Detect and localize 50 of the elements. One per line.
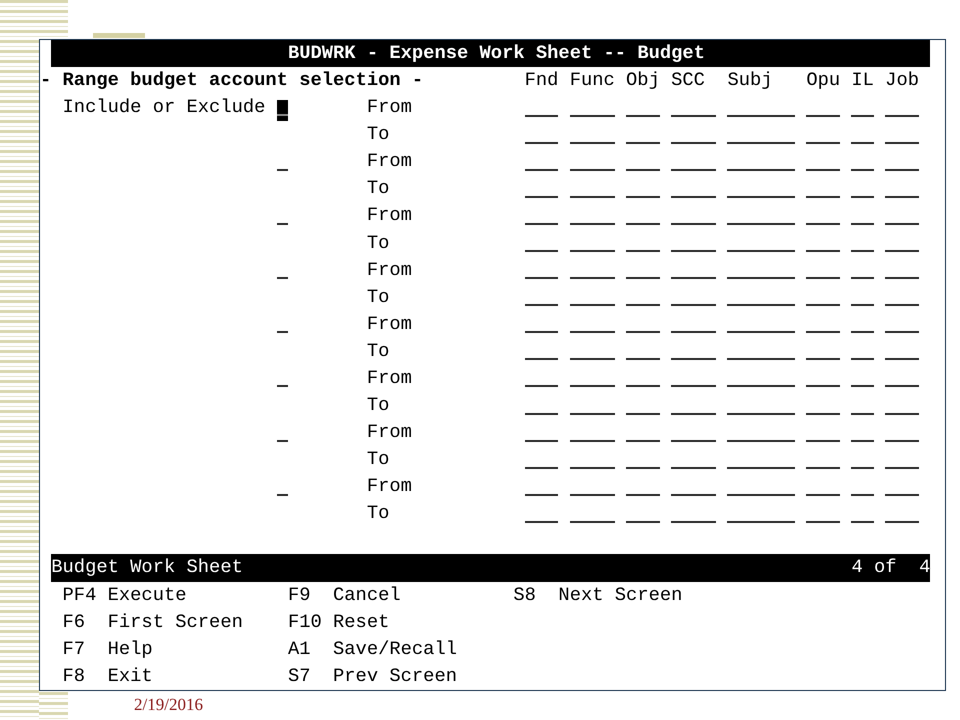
range-label: To [366,394,390,416]
column-header: Opu [806,69,840,92]
range-label: From [366,258,412,281]
key-action: First Screen [108,610,243,635]
range-label: From [366,421,412,444]
key-action: Exit [108,664,153,689]
function-key: PF4 [62,584,96,606]
column-header: Fnd [524,69,558,92]
function-key: A1 [288,638,310,660]
key-action: Help [108,636,153,662]
column-header: Func [570,69,615,92]
range-label: To [366,232,390,254]
page-indicator: 4 of 4 [851,555,930,580]
function-key: F6 [62,610,86,633]
function-key: F8 [62,664,86,687]
range-label: From [366,366,412,389]
range-label: From [366,204,412,226]
column-header: Obj [626,69,660,92]
column-header: Subj [727,69,773,92]
title-bar: BUDWRK - Expense Work Sheet -- Budget [51,40,930,68]
slide-date: 2/19/2016 [134,695,203,715]
status-title: Budget Work Sheet [51,555,243,580]
column-header: Job [885,69,919,92]
key-action: Next Screen [558,582,682,608]
range-label: To [366,177,390,200]
function-key: F7 [62,638,86,660]
column-header: SCC [671,69,705,92]
input-field[interactable] [276,100,288,122]
function-key: F10 [288,610,322,633]
function-key: S7 [288,664,310,687]
function-key: F9 [288,584,310,606]
function-key: S8 [513,584,536,606]
range-label: From [366,96,412,118]
key-action: Reset [333,610,390,635]
range-label: To [366,123,390,146]
range-label: To [366,340,390,362]
range-label: From [366,312,412,335]
accent-bar [93,33,145,38]
range-label: To [366,448,390,470]
key-action: Execute [108,582,187,608]
section-heading: - Range budget account selection - [40,69,424,92]
range-label: From [366,475,412,498]
column-header: IL [851,69,874,92]
key-action: Prev Screen [333,664,457,689]
field-label: Include or Exclude [62,95,266,120]
range-label: To [366,502,390,524]
key-action: Cancel [333,582,401,608]
range-label: From [366,150,412,172]
range-label: To [366,286,390,308]
key-action: Save/Recall [333,636,457,662]
